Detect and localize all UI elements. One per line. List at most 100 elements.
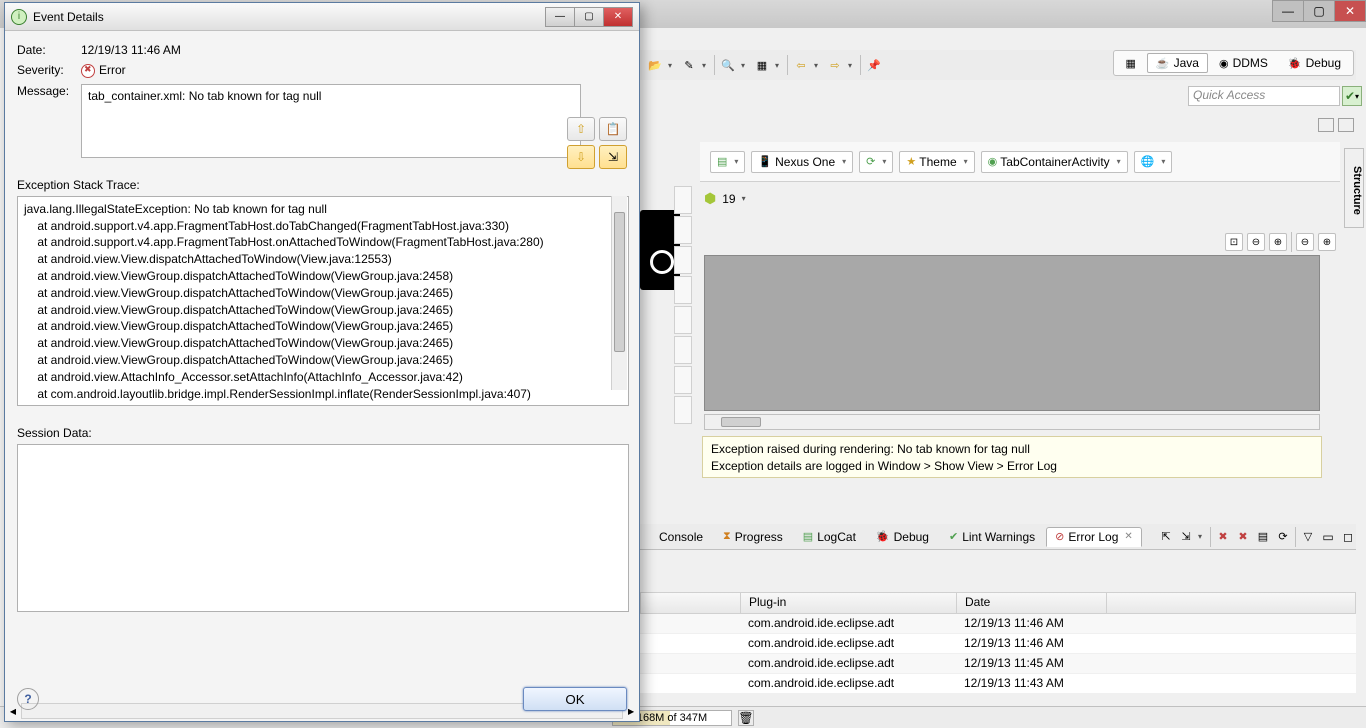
perspective-debug[interactable]: 🐞Debug — [1279, 53, 1350, 73]
locale-dropdown[interactable]: 🌐 — [1134, 151, 1173, 173]
separator — [1210, 527, 1211, 547]
search-icon[interactable]: 🔍 — [719, 56, 737, 74]
forward-icon[interactable]: ⇨ — [826, 56, 844, 74]
col-message[interactable] — [641, 593, 741, 613]
pin-icon[interactable]: 📌 — [865, 56, 883, 74]
close-icon[interactable]: ✕ — [1124, 531, 1132, 542]
stacktrace-textarea[interactable]: java.lang.IllegalStateException: No tab … — [17, 196, 629, 406]
palette-item[interactable] — [674, 276, 692, 304]
table-row[interactable]: com.android.ide.eclipse.adt12/19/13 11:4… — [640, 614, 1356, 634]
canvas-horizontal-scrollbar[interactable] — [704, 414, 1320, 430]
open-perspective-button[interactable]: ▦ — [1117, 54, 1145, 73]
import-icon[interactable]: ⇲ — [1178, 529, 1194, 545]
table-row[interactable]: com.android.ide.eclipse.adt12/19/13 11:4… — [640, 634, 1356, 654]
palette-item[interactable] — [674, 306, 692, 334]
palette-item[interactable] — [674, 186, 692, 214]
perspective-ddms[interactable]: ◉DDMS — [1210, 53, 1277, 73]
palette-item[interactable] — [674, 216, 692, 244]
palette-item[interactable] — [674, 396, 692, 424]
maximize-view-icon[interactable]: ◻ — [1340, 529, 1356, 545]
ide-maximize-button[interactable]: ▢ — [1303, 0, 1335, 22]
zoom-in-icon[interactable]: ⊕ — [1269, 233, 1287, 251]
back-icon[interactable]: ⇦ — [792, 56, 810, 74]
dialog-titlebar[interactable]: i Event Details — ▢ ✕ — [5, 3, 639, 31]
message-textarea[interactable]: tab_container.xml: No tab known for tag … — [81, 84, 581, 158]
dialog-maximize-button[interactable]: ▢ — [574, 7, 604, 27]
prev-event-button[interactable]: ⇧ — [567, 117, 595, 141]
export-icon[interactable]: ⇱ — [1158, 529, 1174, 545]
page-icon: ▤ — [717, 155, 727, 168]
dialog-close-button[interactable]: ✕ — [603, 7, 633, 27]
filter-icon[interactable]: ▦ — [753, 56, 771, 74]
gc-button[interactable]: 🗑 — [738, 710, 754, 726]
zoom-reset-icon[interactable]: ⊡ — [1225, 233, 1243, 251]
dropdown-icon[interactable]: ▾ — [1198, 532, 1206, 541]
activity-dropdown[interactable]: ◉TabContainerActivity — [981, 151, 1128, 173]
structure-tab[interactable]: Structure — [1344, 148, 1364, 228]
dropdown-icon[interactable]: ▾ — [741, 61, 749, 70]
ok-button[interactable]: OK — [523, 687, 627, 711]
copy-button[interactable]: 📋 — [599, 117, 627, 141]
next-event-button[interactable]: ⇩ — [567, 145, 595, 169]
config-dropdown[interactable]: ▤ — [710, 151, 745, 173]
perspective-java[interactable]: ☕Java — [1147, 53, 1208, 73]
delete-icon[interactable]: ✖ — [1235, 529, 1251, 545]
layout-canvas[interactable] — [704, 255, 1320, 411]
error-icon — [81, 64, 95, 78]
tab-progress[interactable]: ⧗Progress — [714, 527, 792, 547]
dropdown-icon[interactable]: ▾ — [742, 194, 750, 203]
tab-logcat[interactable]: ▤LogCat — [794, 527, 865, 547]
tab-errorlog[interactable]: ⊘Error Log✕ — [1046, 527, 1142, 547]
cell-date: 12/19/13 11:43 AM — [956, 674, 1106, 693]
dropdown-icon[interactable]: ▾ — [775, 61, 783, 70]
cell-plugin: com.android.ide.eclipse.adt — [740, 654, 956, 673]
col-plugin[interactable]: Plug-in — [741, 593, 957, 613]
clear-icon[interactable]: ✖ — [1215, 529, 1231, 545]
table-row[interactable]: com.android.ide.eclipse.adt12/19/13 11:4… — [640, 654, 1356, 674]
table-row[interactable]: com.android.ide.eclipse.adt12/19/13 11:4… — [640, 674, 1356, 694]
dialog-minimize-button[interactable]: — — [545, 7, 575, 27]
tab-console[interactable]: Console — [650, 527, 712, 547]
cell-date: 12/19/13 11:46 AM — [956, 634, 1106, 653]
ide-close-button[interactable]: ✕ — [1334, 0, 1366, 22]
api-selector[interactable]: ⬢ 19 ▾ — [704, 190, 750, 207]
session-label: Session Data: — [17, 426, 627, 440]
open-log-icon[interactable]: ▤ — [1255, 529, 1271, 545]
quick-access-toggle[interactable]: ✔▾ — [1342, 86, 1362, 106]
vertical-scrollbar[interactable] — [611, 196, 627, 390]
expand-button[interactable]: ⇲ — [599, 145, 627, 169]
session-textarea[interactable] — [17, 444, 629, 612]
date-value: 12/19/13 11:46 AM — [81, 43, 627, 57]
separator — [787, 55, 788, 75]
copy-icon: 📋 — [606, 122, 621, 136]
dropdown-icon[interactable]: ▾ — [814, 61, 822, 70]
help-button[interactable]: ? — [17, 688, 39, 710]
restore-icon[interactable]: ⟳ — [1275, 529, 1291, 545]
tab-debug[interactable]: 🐞Debug — [867, 527, 938, 547]
orientation-dropdown[interactable]: ⟳ — [859, 151, 893, 173]
expand-icon: ⇲ — [608, 150, 618, 164]
open-icon[interactable]: 📂 — [646, 56, 664, 74]
palette-item[interactable] — [674, 366, 692, 394]
minimize-view-icon[interactable]: ▭ — [1320, 529, 1336, 545]
tab-lint[interactable]: ✔Lint Warnings — [940, 527, 1044, 547]
view-menu-icon[interactable]: ▽ — [1300, 529, 1316, 545]
palette-item[interactable] — [674, 336, 692, 364]
palette-item[interactable] — [674, 246, 692, 274]
zoom-fit-in-icon[interactable]: ⊕ — [1318, 233, 1336, 251]
dropdown-icon[interactable]: ▾ — [702, 61, 710, 70]
maximize-view-icon[interactable] — [1338, 118, 1354, 132]
dropdown-icon[interactable]: ▾ — [668, 61, 676, 70]
device-dropdown[interactable]: 📱Nexus One — [751, 151, 853, 173]
cell-plugin: com.android.ide.eclipse.adt — [740, 614, 956, 633]
minimize-view-icon[interactable] — [1318, 118, 1334, 132]
zoom-fit-out-icon[interactable]: ⊖ — [1296, 233, 1314, 251]
theme-dropdown[interactable]: ★Theme — [899, 151, 974, 173]
quick-access-input[interactable]: Quick Access — [1188, 86, 1340, 106]
wand-icon[interactable]: ✎ — [680, 56, 698, 74]
ide-minimize-button[interactable]: — — [1272, 0, 1304, 22]
layout-editor-toolbar: ▤ 📱Nexus One ⟳ ★Theme ◉TabContainerActiv… — [700, 142, 1340, 182]
col-date[interactable]: Date — [957, 593, 1107, 613]
dropdown-icon[interactable]: ▾ — [848, 61, 856, 70]
zoom-out-icon[interactable]: ⊖ — [1247, 233, 1265, 251]
